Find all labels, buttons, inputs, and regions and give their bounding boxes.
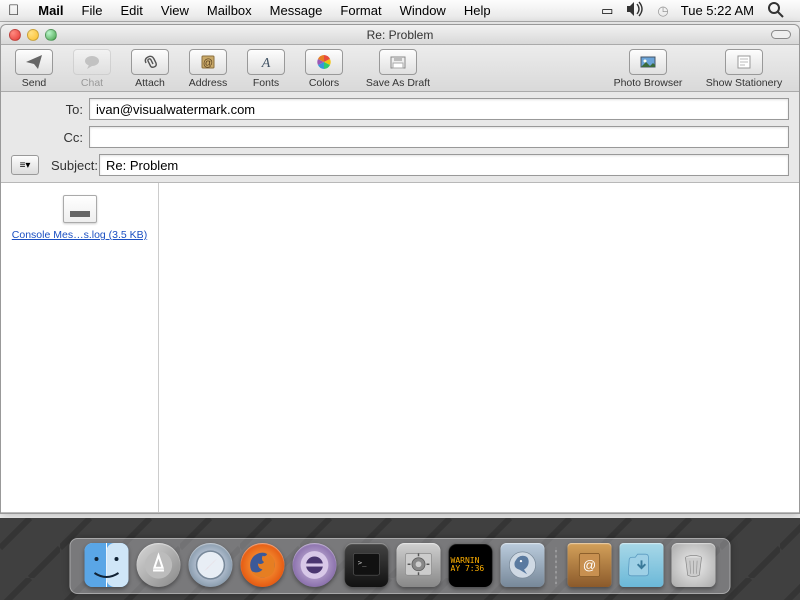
menu-format[interactable]: Format (331, 3, 390, 18)
app-menu[interactable]: Mail (29, 3, 72, 18)
photo-browser-button[interactable]: Photo Browser (607, 49, 689, 89)
header-options-button[interactable]: ≡▾ (11, 155, 39, 175)
attachment-name[interactable]: Console Mes…s.log (3.5 KB) (1, 229, 158, 241)
dock-trash-icon[interactable] (672, 543, 716, 587)
svg-text:@: @ (583, 557, 596, 572)
colors-button[interactable]: Colors (299, 49, 349, 89)
show-stationery-button[interactable]: Show Stationery (697, 49, 791, 89)
message-body[interactable]: Console Mes…s.log (3.5 KB) (1, 183, 799, 513)
dock-terminal-icon[interactable]: >_ (345, 543, 389, 587)
svg-text:@: @ (203, 58, 213, 69)
svg-text:A: A (261, 56, 271, 71)
dock-downloads-icon[interactable] (620, 543, 664, 587)
save-as-draft-button[interactable]: Save As Draft (357, 49, 439, 89)
menu-view[interactable]: View (152, 3, 198, 18)
fonts-button[interactable]: A Fonts (241, 49, 291, 89)
dock-mail-icon[interactable] (501, 543, 545, 587)
show-stationery-label: Show Stationery (706, 77, 782, 89)
menu-edit[interactable]: Edit (112, 3, 152, 18)
window-title: Re: Problem (1, 28, 799, 42)
dock-separator (556, 547, 557, 587)
fonts-label: Fonts (253, 77, 279, 89)
apple-menu-icon[interactable]:  (8, 2, 19, 19)
close-button[interactable] (9, 29, 21, 41)
to-label: To: (11, 102, 89, 117)
colors-label: Colors (309, 77, 339, 89)
photo-browser-label: Photo Browser (614, 77, 683, 89)
cc-field[interactable] (89, 126, 789, 148)
address-button[interactable]: @ Address (183, 49, 233, 89)
address-label: Address (189, 77, 228, 89)
send-label: Send (22, 77, 47, 89)
menu-file[interactable]: File (73, 3, 112, 18)
send-button[interactable]: Send (9, 49, 59, 89)
minimize-button[interactable] (27, 29, 39, 41)
menu-mailbox[interactable]: Mailbox (198, 3, 261, 18)
dock: >_ WARNIN AY 7:36 @ (70, 538, 731, 594)
attach-button[interactable]: Attach (125, 49, 175, 89)
volume-icon[interactable] (619, 0, 651, 21)
dock-sysprefs-icon[interactable] (397, 543, 441, 587)
compose-window: Re: Problem Send Chat Attach @ Address A… (0, 24, 800, 514)
toolbar-toggle-button[interactable] (771, 30, 791, 39)
dock-eclipse-icon[interactable] (293, 543, 337, 587)
titlebar[interactable]: Re: Problem (1, 25, 799, 45)
chat-button: Chat (67, 49, 117, 89)
dock-finder-icon[interactable] (85, 543, 129, 587)
dock-console-icon[interactable]: WARNIN AY 7:36 (449, 543, 493, 587)
dock-addressbook-icon[interactable]: @ (568, 543, 612, 587)
display-icon[interactable]: ▭ (595, 3, 619, 19)
menu-message[interactable]: Message (261, 3, 332, 18)
save-draft-label: Save As Draft (366, 77, 430, 89)
subject-label: Subject: (51, 158, 99, 173)
clock[interactable]: Tue 5:22 AM (675, 3, 760, 18)
dock-firefox-icon[interactable] (241, 543, 285, 587)
dock-appstore-icon[interactable] (137, 543, 181, 587)
timemachine-icon[interactable]: ◷ (651, 3, 674, 19)
menubar:  Mail File Edit View Mailbox Message Fo… (0, 0, 800, 22)
header-fields: To: Cc: ≡▾ Subject: (1, 92, 799, 183)
zoom-button[interactable] (45, 29, 57, 41)
spotlight-icon[interactable] (760, 0, 792, 21)
menu-help[interactable]: Help (455, 3, 500, 18)
to-field[interactable] (89, 98, 789, 120)
attachment-file-icon[interactable] (63, 195, 97, 223)
subject-field[interactable] (99, 154, 789, 176)
chat-label: Chat (81, 77, 103, 89)
svg-text:>_: >_ (358, 558, 367, 567)
cc-label: Cc: (11, 130, 89, 145)
attachment-region: Console Mes…s.log (3.5 KB) (1, 183, 159, 512)
attach-label: Attach (135, 77, 165, 89)
toolbar: Send Chat Attach @ Address A Fonts Color… (1, 45, 799, 92)
menu-window[interactable]: Window (391, 3, 455, 18)
dock-safari-icon[interactable] (189, 543, 233, 587)
